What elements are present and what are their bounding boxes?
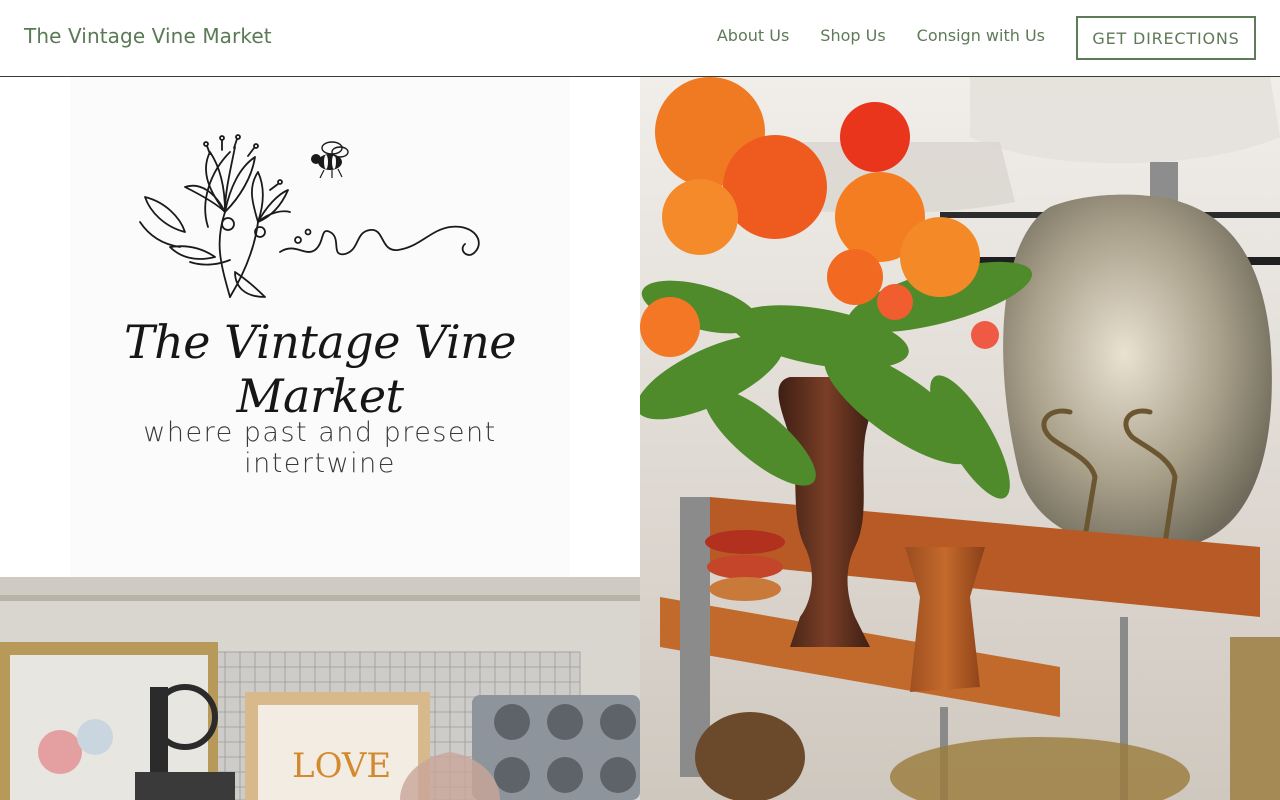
logo-wordmark: The Vintage Vine Market [123, 315, 517, 423]
logo-tagline: where past and present intertwine [143, 417, 497, 479]
svg-text:LOVE: LOVE [292, 746, 391, 786]
site-title-link[interactable]: The Vintage Vine Market [24, 24, 272, 48]
logo-panel: The Vintage Vine Market where past and p… [0, 77, 640, 577]
site-header: The Vintage Vine Market About Us Shop Us… [0, 0, 1280, 77]
get-directions-button[interactable]: GET DIRECTIONS [1076, 16, 1256, 60]
flowers-and-lamp-photo-icon [640, 77, 1280, 800]
shop-wall-photo: LOVE [0, 577, 640, 800]
shop-display-photo [640, 77, 1280, 800]
nav-item-consign-with-us[interactable]: Consign with Us [917, 26, 1045, 45]
vintage-wall-photo-icon: LOVE [0, 577, 640, 800]
logo-card: The Vintage Vine Market where past and p… [70, 77, 570, 577]
vine-and-bee-logo-icon [139, 134, 480, 298]
nav-item-shop-us[interactable]: Shop Us [820, 26, 885, 45]
main-nav: About Us Shop Us Consign with Us [686, 26, 1045, 45]
nav-item-about-us[interactable]: About Us [717, 26, 789, 45]
